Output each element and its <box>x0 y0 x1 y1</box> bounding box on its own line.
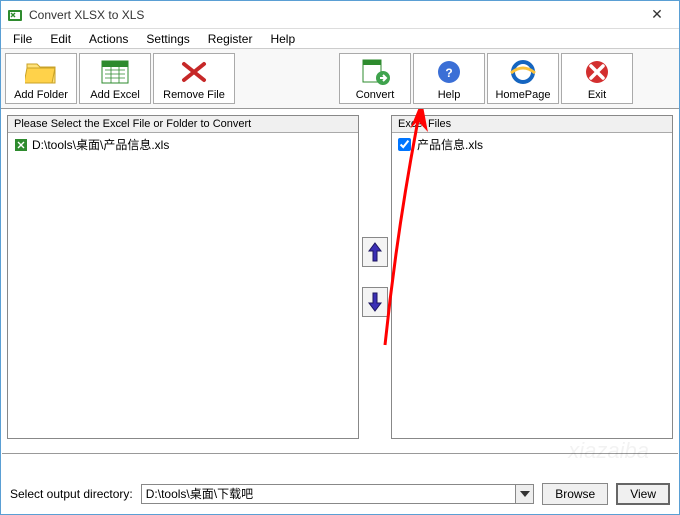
add-excel-button[interactable]: Add Excel <box>79 53 151 104</box>
window-title: Convert XLSX to XLS <box>29 8 641 22</box>
left-panel-body[interactable]: D:\tools\桌面\产品信息.xls <box>8 133 358 438</box>
left-panel-header: Please Select the Excel File or Folder t… <box>8 116 358 133</box>
help-button[interactable]: ? Help <box>413 53 485 104</box>
menu-file[interactable]: File <box>5 30 40 48</box>
menu-register[interactable]: Register <box>200 30 261 48</box>
menu-help[interactable]: Help <box>262 30 303 48</box>
exit-icon <box>581 57 613 87</box>
toolbar-label: Remove File <box>163 89 225 101</box>
app-icon <box>7 7 23 23</box>
arrow-up-icon <box>367 241 383 263</box>
file-name: 产品信息.xls <box>417 136 483 153</box>
folder-icon <box>25 57 57 87</box>
toolbar-label: Exit <box>588 89 606 101</box>
dropdown-button[interactable] <box>515 485 533 503</box>
list-item[interactable]: 产品信息.xls <box>394 135 670 154</box>
chevron-down-icon <box>520 491 530 497</box>
toolbar-label: Add Excel <box>90 89 140 101</box>
output-directory-input[interactable] <box>142 485 515 503</box>
menu-edit[interactable]: Edit <box>42 30 79 48</box>
window-close-button[interactable]: ✕ <box>641 6 673 23</box>
svg-text:?: ? <box>445 66 452 80</box>
toolbar-label: Help <box>438 89 461 101</box>
file-path: D:\tools\桌面\产品信息.xls <box>32 136 169 153</box>
right-panel: Excel Files 产品信息.xls <box>391 115 673 439</box>
reorder-buttons <box>361 115 389 439</box>
convert-icon <box>359 57 391 87</box>
output-label: Select output directory: <box>10 487 133 501</box>
left-panel: Please Select the Excel File or Folder t… <box>7 115 359 439</box>
main-area: Please Select the Excel File or Folder t… <box>1 109 679 445</box>
excel-file-icon <box>14 138 28 152</box>
menu-settings[interactable]: Settings <box>138 30 197 48</box>
homepage-button[interactable]: HomePage <box>487 53 559 104</box>
output-directory-combo[interactable] <box>141 484 534 504</box>
toolbar-gap <box>237 53 337 104</box>
file-checkbox[interactable] <box>398 138 411 151</box>
menubar: File Edit Actions Settings Register Help <box>1 29 679 49</box>
view-button[interactable]: View <box>616 483 670 505</box>
right-panel-body[interactable]: 产品信息.xls <box>392 133 672 438</box>
help-icon: ? <box>433 57 465 87</box>
titlebar: Convert XLSX to XLS ✕ <box>1 1 679 29</box>
remove-file-button[interactable]: Remove File <box>153 53 235 104</box>
excel-icon <box>99 57 131 87</box>
arrow-down-icon <box>367 291 383 313</box>
toolbar: Add Folder Add Excel Remove File Convert… <box>1 49 679 109</box>
list-item[interactable]: D:\tools\桌面\产品信息.xls <box>10 135 356 154</box>
exit-button[interactable]: Exit <box>561 53 633 104</box>
browse-button[interactable]: Browse <box>542 483 608 505</box>
ie-icon <box>507 57 539 87</box>
convert-button[interactable]: Convert <box>339 53 411 104</box>
toolbar-label: HomePage <box>495 89 550 101</box>
toolbar-label: Convert <box>356 89 395 101</box>
move-down-button[interactable] <box>362 287 388 317</box>
add-folder-button[interactable]: Add Folder <box>5 53 77 104</box>
output-bar: Select output directory: Browse View <box>2 453 678 513</box>
right-panel-header: Excel Files <box>392 116 672 133</box>
menu-actions[interactable]: Actions <box>81 30 136 48</box>
move-up-button[interactable] <box>362 237 388 267</box>
toolbar-label: Add Folder <box>14 89 68 101</box>
remove-icon <box>178 57 210 87</box>
